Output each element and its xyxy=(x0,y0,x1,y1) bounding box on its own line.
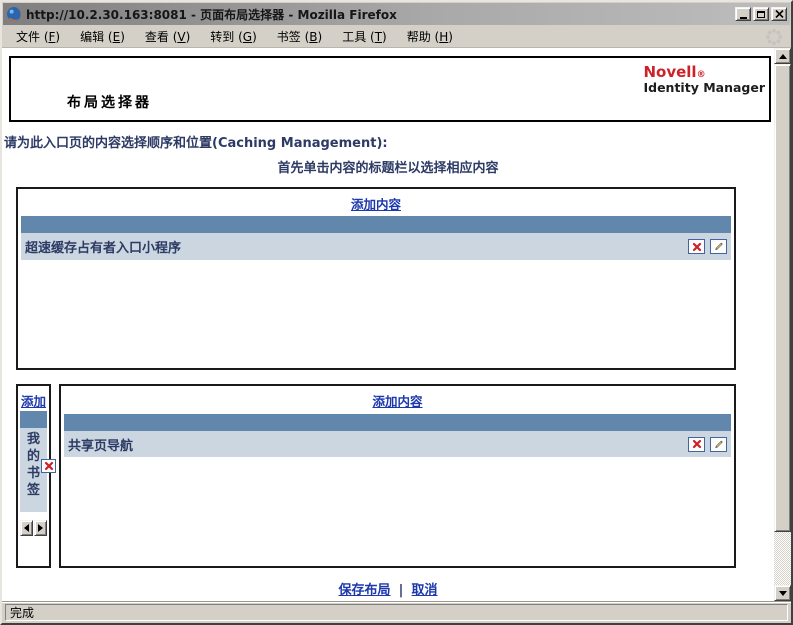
vertical-scrollbar[interactable] xyxy=(774,48,791,601)
item-actions xyxy=(688,436,727,452)
sidebar-scroll-arrows xyxy=(20,520,47,536)
menu-bookmarks[interactable]: 书签 (B) xyxy=(267,25,332,48)
instruction-sub: 首先单击内容的标题栏以选择相应内容 xyxy=(277,161,499,176)
firefox-icon xyxy=(6,6,22,22)
pencil-icon xyxy=(715,242,723,251)
remove-item-button-top[interactable] xyxy=(688,239,705,254)
content-item-label: 超速缓存占有者入口小程序 xyxy=(25,241,182,256)
delete-x-icon xyxy=(692,242,701,251)
page-header: 布局选择器 Novell® Identity Manager xyxy=(9,56,771,122)
panel-top-empty-area xyxy=(21,260,731,365)
registered-mark: ® xyxy=(696,70,706,80)
scrollbar-track[interactable] xyxy=(774,532,791,585)
page-title: 布局选择器 xyxy=(67,95,152,111)
menu-bar: 文件 (F) 编辑 (E) 查看 (V) 转到 (G) 书签 (B) 工具 (T… xyxy=(2,26,791,48)
add-row-side: 添加 xyxy=(20,388,47,409)
left-arrow-icon xyxy=(24,524,29,532)
sidebar-panel: 添加 我的书签 xyxy=(16,384,56,568)
menu-view[interactable]: 查看 (V) xyxy=(135,25,200,48)
lower-section: 添加 我的书签 添加内容 共享页导航 xyxy=(16,384,736,568)
scroll-down-button[interactable] xyxy=(774,585,791,601)
status-field: 完成 xyxy=(5,604,788,621)
scroll-right-button[interactable] xyxy=(34,520,47,536)
panel-top-title-bar[interactable] xyxy=(21,216,731,233)
up-arrow-icon xyxy=(778,53,787,59)
delete-x-icon xyxy=(44,461,53,471)
add-content-link-bottom[interactable]: 添加内容 xyxy=(372,394,422,409)
edit-item-button-top[interactable] xyxy=(710,239,727,254)
panel-bottom-empty-area xyxy=(64,457,731,563)
sidebar-item-area[interactable]: 我的书签 xyxy=(20,428,56,512)
status-bar: 完成 xyxy=(2,601,791,623)
cancel-link[interactable]: 取消 xyxy=(412,583,438,598)
title-bar[interactable]: http://10.2.30.163:8081 - 页面布局选择器 - Mozi… xyxy=(3,3,790,25)
panel-bottom-title-bar[interactable] xyxy=(64,414,731,431)
content-item-label: 共享页导航 xyxy=(68,438,134,454)
content-panel-top: 添加内容 超速缓存占有者入口小程序 xyxy=(16,187,736,370)
delete-x-icon xyxy=(692,439,701,449)
page-content: 布局选择器 Novell® Identity Manager 请为此入口页的内容… xyxy=(2,48,774,601)
scroll-left-button[interactable] xyxy=(20,520,33,536)
pencil-icon xyxy=(715,440,723,448)
minimize-icon xyxy=(739,16,747,19)
throbber-icon xyxy=(765,28,783,46)
content-panel-bottom: 添加内容 共享页导航 xyxy=(59,384,736,568)
maximize-button[interactable] xyxy=(753,7,769,21)
menu-file[interactable]: 文件 (F) xyxy=(6,25,70,48)
menu-go[interactable]: 转到 (G) xyxy=(200,25,267,48)
close-button[interactable] xyxy=(771,7,787,21)
edit-item-button-bottom[interactable] xyxy=(710,436,727,452)
add-link-side[interactable]: 添加 xyxy=(21,394,46,409)
scroll-up-button[interactable] xyxy=(774,48,791,64)
footer-actions: 保存布局 | 取消 xyxy=(4,579,772,598)
browser-window: http://10.2.30.163:8081 - 页面布局选择器 - Mozi… xyxy=(0,0,793,625)
right-arrow-icon xyxy=(38,524,43,532)
content-item-row-bottom[interactable]: 共享页导航 xyxy=(64,431,731,457)
close-icon xyxy=(774,10,784,18)
window-title: http://10.2.30.163:8081 - 页面布局选择器 - Mozi… xyxy=(26,7,397,22)
scrollbar-thumb[interactable] xyxy=(774,64,791,532)
bookmarks-item-label: 我的书签 xyxy=(26,432,40,498)
sidebar-title-bar[interactable] xyxy=(20,411,47,428)
menu-help[interactable]: 帮助 (H) xyxy=(397,25,463,48)
down-arrow-icon xyxy=(778,590,787,596)
novell-brand-text: Novell® xyxy=(643,63,706,81)
instruction-main: 请为此入口页的内容选择顺序和位置(Caching Management): xyxy=(4,136,388,151)
add-content-row-bottom: 添加内容 xyxy=(64,389,731,409)
maximize-icon xyxy=(757,10,765,18)
item-actions xyxy=(688,239,727,254)
remove-item-button-bottom[interactable] xyxy=(688,436,705,452)
menu-tools[interactable]: 工具 (T) xyxy=(332,25,397,48)
menu-edit[interactable]: 编辑 (E) xyxy=(70,25,135,48)
remove-bookmarks-button[interactable] xyxy=(41,459,56,473)
link-separator: | xyxy=(398,583,404,598)
product-name: Identity Manager xyxy=(643,80,765,96)
add-content-link-top[interactable]: 添加内容 xyxy=(351,197,401,212)
content-item-row-top[interactable]: 超速缓存占有者入口小程序 xyxy=(21,233,731,260)
save-layout-link[interactable]: 保存布局 xyxy=(338,583,390,598)
add-content-row-top: 添加内容 xyxy=(21,192,731,212)
sidebar-empty-area xyxy=(20,536,47,564)
minimize-button[interactable] xyxy=(735,7,751,21)
novell-logo: Novell® Identity Manager xyxy=(643,63,765,96)
status-text: 完成 xyxy=(10,606,35,620)
